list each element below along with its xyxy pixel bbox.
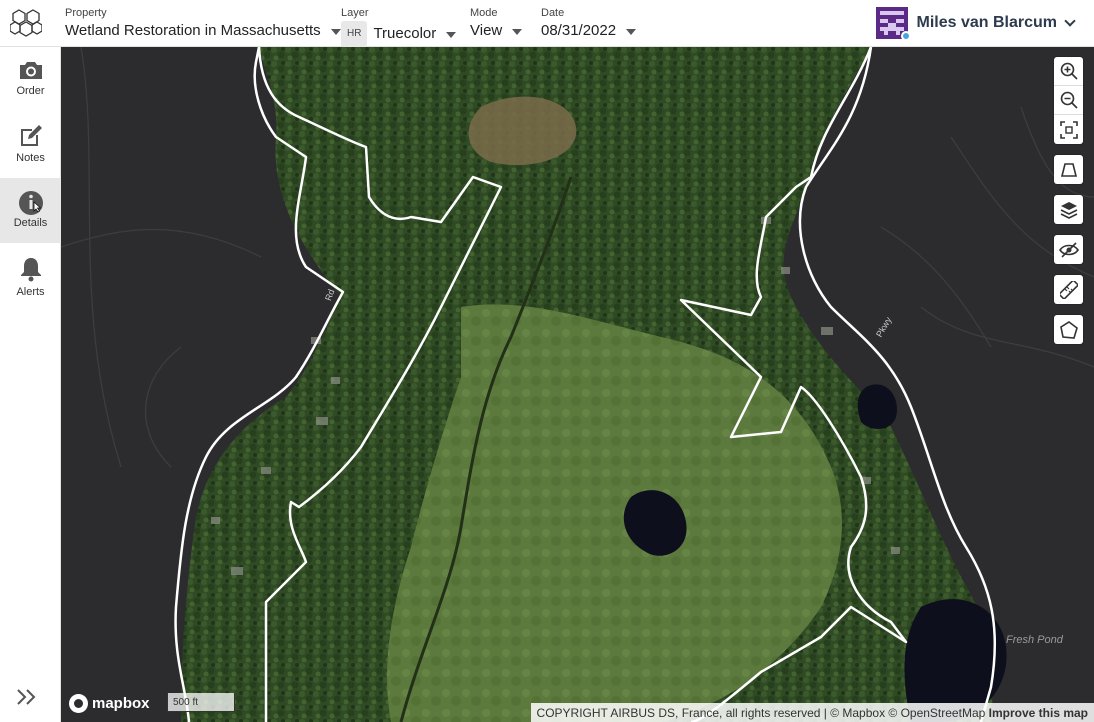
fit-bounds-button[interactable] xyxy=(1054,115,1083,144)
fit-bounds-icon xyxy=(1059,120,1078,139)
mapbox-icon xyxy=(69,694,88,713)
mode-value: View xyxy=(470,22,503,39)
draw-polygon-button[interactable] xyxy=(1054,315,1083,344)
sidebar-item-notes[interactable]: Notes xyxy=(0,112,61,177)
map-canvas[interactable] xyxy=(61,47,1094,722)
chevron-down-icon xyxy=(446,31,457,38)
map-attribution: COPYRIGHT AIRBUS DS, France, all rights … xyxy=(530,703,1094,722)
scale-bar: 500 ft xyxy=(167,693,235,712)
mapbox-logo[interactable]: mapbox xyxy=(69,694,150,713)
date-selector[interactable]: Date 08/31/2022 xyxy=(541,7,637,41)
camera-icon xyxy=(19,62,42,79)
hexagon-logo-icon[interactable] xyxy=(10,9,42,37)
top-bar: Property Wetland Restoration in Massachu… xyxy=(0,0,1094,47)
sidebar: Order Notes Details Alerts xyxy=(0,47,61,722)
perspective-icon xyxy=(1060,162,1077,177)
chevron-down-icon xyxy=(330,28,341,35)
bell-icon xyxy=(20,258,41,282)
property-selector[interactable]: Property Wetland Restoration in Massachu… xyxy=(65,7,341,41)
pond-label: Fresh Pond xyxy=(1006,634,1063,646)
pond-east xyxy=(857,384,897,429)
layer-value: Truecolor xyxy=(373,25,437,42)
date-label: Date xyxy=(541,7,565,19)
info-icon xyxy=(18,191,43,215)
user-menu[interactable]: Miles van Blarcum xyxy=(875,7,1076,41)
satellite-map[interactable]: Rd Pkwy Fresh Pond mapbox 500 ft COPYRIG… xyxy=(61,47,1094,722)
sidebar-item-label: Order xyxy=(16,85,45,97)
avatar xyxy=(875,7,911,41)
hide-icon xyxy=(1058,241,1079,258)
layers-icon xyxy=(1060,201,1077,219)
attribution-text: COPYRIGHT AIRBUS DS, France, all rights … xyxy=(536,706,986,720)
zoom-in-icon xyxy=(1060,62,1078,80)
sidebar-item-order[interactable]: Order xyxy=(0,47,61,112)
mode-selector[interactable]: Mode View xyxy=(470,7,523,41)
status-dot xyxy=(900,31,911,41)
property-value: Wetland Restoration in Massachusetts xyxy=(65,22,321,39)
sidebar-item-label: Notes xyxy=(16,152,45,164)
mapbox-wordmark: mapbox xyxy=(92,695,150,712)
zoom-controls xyxy=(1054,57,1083,144)
layers-button[interactable] xyxy=(1054,195,1083,224)
polygon-draw-icon xyxy=(1059,320,1078,339)
perspective-button[interactable] xyxy=(1054,155,1083,184)
zoom-in-button[interactable] xyxy=(1054,57,1083,86)
date-value: 08/31/2022 xyxy=(541,22,617,39)
mode-label: Mode xyxy=(470,7,498,19)
edit-icon xyxy=(20,125,42,146)
layer-label: Layer xyxy=(341,7,369,19)
property-label: Property xyxy=(65,7,107,19)
chevron-down-icon xyxy=(626,28,637,35)
sidebar-item-label: Details xyxy=(13,217,48,229)
layer-selector[interactable]: Layer HR Truecolor xyxy=(341,7,457,47)
sidebar-item-alerts[interactable]: Alerts xyxy=(0,244,61,309)
hr-badge: HR xyxy=(341,21,368,47)
user-name: Miles van Blarcum xyxy=(916,14,1058,31)
chevron-down-icon xyxy=(1064,14,1076,27)
improve-map-link[interactable]: Improve this map xyxy=(989,706,1088,720)
clearing-north xyxy=(468,96,577,166)
chevron-down-icon xyxy=(512,28,523,35)
ruler-button[interactable] xyxy=(1054,275,1083,304)
ruler-icon xyxy=(1059,280,1078,299)
hide-overlay-button[interactable] xyxy=(1054,235,1083,264)
double-chevron-right-icon[interactable] xyxy=(16,688,38,706)
zoom-out-button[interactable] xyxy=(1054,86,1083,115)
zoom-out-icon xyxy=(1060,91,1078,109)
sidebar-item-label: Alerts xyxy=(16,286,45,298)
sidebar-item-details[interactable]: Details xyxy=(0,178,61,243)
